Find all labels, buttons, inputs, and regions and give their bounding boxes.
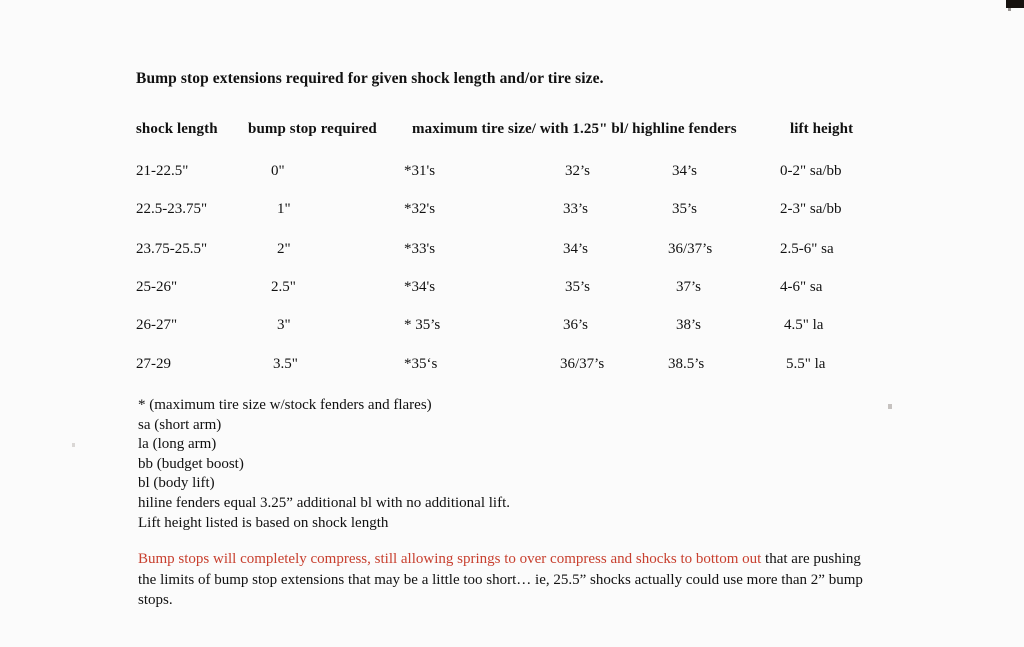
cell-shock-length: 21-22.5" bbox=[136, 163, 189, 179]
cell-tire-highline: 34’s bbox=[672, 163, 698, 179]
legend-line-asterisk: * (maximum tire size w/stock fenders and… bbox=[138, 397, 432, 413]
legend-line-la: la (long arm) bbox=[138, 436, 217, 453]
cell-tire-with-bl: 33’s bbox=[563, 201, 589, 217]
cell-max-tire-stock: *34's bbox=[404, 279, 436, 295]
cell-shock-length: 26-27" bbox=[136, 317, 178, 333]
column-header-bump-stop-required: bump stop required bbox=[248, 121, 377, 137]
document-page: Bump stop extensions required for given … bbox=[0, 0, 1024, 647]
cell-tire-with-bl: 34’s bbox=[563, 241, 589, 257]
table-row: 21-22.5" 0" *31's 32’s 34’s 0-2" sa/bb bbox=[0, 161, 1024, 183]
cell-bump-stop: 1" bbox=[277, 201, 291, 217]
cell-tire-with-bl: 36’s bbox=[563, 317, 589, 333]
cell-tire-with-bl: 35’s bbox=[565, 279, 591, 295]
scan-artifact-corner-mark bbox=[1006, 0, 1024, 11]
column-header-lift-height: lift height bbox=[790, 121, 854, 137]
cell-max-tire-stock: *31's bbox=[404, 163, 436, 179]
cell-lift-height: 0-2" sa/bb bbox=[780, 163, 842, 179]
cell-tire-with-bl: 36/37’s bbox=[560, 356, 605, 372]
cell-tire-highline: 38’s bbox=[676, 317, 702, 333]
cell-tire-highline: 37’s bbox=[676, 279, 702, 295]
legend-line-bb: bb (budget boost) bbox=[138, 455, 244, 472]
cell-shock-length: 25-26" bbox=[136, 279, 178, 295]
column-header-shock-length: shock length bbox=[136, 121, 218, 137]
cell-shock-length: 23.75-25.5" bbox=[136, 241, 208, 257]
cell-bump-stop: 2.5" bbox=[271, 279, 296, 295]
scan-artifact-speck bbox=[888, 404, 892, 409]
table-row: 26-27" 3" * 35’s 36’s 38’s 4.5" la bbox=[0, 315, 1024, 337]
cell-bump-stop: 2" bbox=[277, 241, 291, 257]
cell-shock-length: 27-29 bbox=[136, 356, 171, 372]
column-header-maximum-tire-size: maximum tire size/ with 1.25" bl/ highli… bbox=[412, 121, 737, 137]
cell-lift-height: 5.5" la bbox=[786, 356, 826, 372]
cell-shock-length: 22.5-23.75" bbox=[136, 201, 208, 217]
cell-lift-height: 4-6" sa bbox=[780, 279, 823, 295]
page-title: Bump stop extensions required for given … bbox=[136, 70, 604, 87]
cell-lift-height: 4.5" la bbox=[784, 317, 824, 333]
table-header-row: shock length bump stop required maximum … bbox=[0, 119, 1024, 141]
table-row: 25-26" 2.5" *34's 35’s 37’s 4-6" sa bbox=[0, 277, 1024, 299]
table-row: 23.75-25.5" 2" *33's 34’s 36/37’s 2.5-6"… bbox=[0, 239, 1024, 261]
warning-paragraph: Bump stops will completely compress, sti… bbox=[138, 549, 878, 611]
cell-bump-stop: 3.5" bbox=[273, 356, 298, 372]
cell-bump-stop: 3" bbox=[277, 317, 291, 333]
cell-max-tire-stock: *33's bbox=[404, 241, 436, 257]
cell-max-tire-stock: *35‘s bbox=[404, 356, 438, 372]
table-row: 22.5-23.75" 1" *32's 33’s 35’s 2-3" sa/b… bbox=[0, 199, 1024, 221]
table-row: 27-29 3.5" *35‘s 36/37’s 38.5’s 5.5" la bbox=[0, 354, 1024, 376]
legend-block: * (maximum tire size w/stock fenders and… bbox=[138, 396, 510, 533]
legend-line-lift-height-basis: Lift height listed is based on shock len… bbox=[138, 514, 389, 531]
cell-tire-highline: 35’s bbox=[672, 201, 698, 217]
cell-tire-highline: 36/37’s bbox=[668, 241, 713, 257]
legend-line-bl: bl (body lift) bbox=[138, 475, 215, 492]
cell-max-tire-stock: *32's bbox=[404, 201, 436, 217]
warning-text-red: Bump stops will completely compress, sti… bbox=[138, 551, 766, 567]
cell-bump-stop: 0" bbox=[271, 163, 285, 179]
cell-lift-height: 2.5-6" sa bbox=[780, 241, 834, 257]
legend-line-sa: sa (short arm) bbox=[138, 416, 222, 433]
cell-tire-highline: 38.5’s bbox=[668, 356, 705, 372]
cell-tire-with-bl: 32’s bbox=[565, 163, 591, 179]
cell-lift-height: 2-3" sa/bb bbox=[780, 201, 842, 217]
scan-artifact-speck-left bbox=[72, 443, 75, 447]
cell-max-tire-stock: * 35’s bbox=[404, 317, 441, 333]
legend-line-hiline-fenders: hiline fenders equal 3.25” additional bl… bbox=[138, 494, 510, 511]
